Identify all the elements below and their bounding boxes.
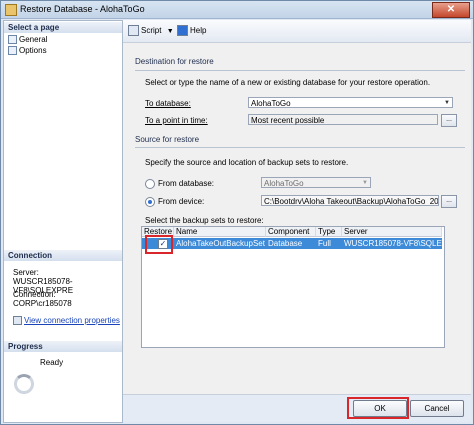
page-icon <box>8 46 17 56</box>
connection-icon <box>13 316 22 326</box>
cancel-button[interactable]: Cancel <box>410 400 464 417</box>
source-header: Source for restore <box>135 135 200 144</box>
from-device-radio[interactable] <box>145 197 155 207</box>
from-device-label: From device: <box>158 197 205 206</box>
backup-sets-grid[interactable]: Restore Name Component Type Server ✓ Alo… <box>141 226 445 348</box>
page-icon <box>8 35 17 45</box>
help-label: Help <box>190 26 207 35</box>
chevron-down-icon: ▼ <box>362 180 368 186</box>
point-in-time-browse-button[interactable]: ... <box>441 114 457 127</box>
from-database-combo: AlohaToGo ▼ <box>261 177 371 188</box>
script-label: Script <box>141 26 162 35</box>
restore-database-window: Restore Database - AlohaToGo ✕ Select a … <box>0 0 474 425</box>
from-database-value: AlohaToGo <box>264 179 304 188</box>
destination-header: Destination for restore <box>135 57 214 66</box>
chevron-down-icon[interactable]: ▼ <box>443 99 451 107</box>
page-item-general[interactable]: General <box>8 35 47 45</box>
highlight-box <box>347 397 409 419</box>
destination-instructions: Select or type the name of a new or exis… <box>145 78 431 87</box>
to-database-label: To database: <box>145 99 191 108</box>
left-panel: Select a page General Options Connection… <box>3 20 123 423</box>
from-database-radio[interactable] <box>145 179 155 189</box>
backup-sets-label: Select the backup sets to restore: <box>145 216 264 225</box>
from-device-browse-button[interactable]: ... <box>441 195 457 208</box>
page-item-label: General <box>19 35 48 44</box>
help-icon <box>177 25 188 37</box>
page-item-options[interactable]: Options <box>8 46 47 56</box>
table-row[interactable]: ✓ AlohaTakeOutBackupSet Database Full WU… <box>142 238 442 249</box>
title-bar[interactable]: Restore Database - AlohaToGo ✕ <box>1 1 473 19</box>
point-in-time-label: To a point in time: <box>145 116 208 125</box>
connection-header: Connection <box>4 250 122 261</box>
chevron-down-icon[interactable]: ▼ <box>167 28 174 35</box>
from-device-field[interactable]: C:\Bootdrv\Aloha Takeout\Backup\AlohaToG… <box>261 195 439 206</box>
from-database-label: From database: <box>158 179 215 188</box>
column-header-component[interactable]: Component <box>266 227 316 237</box>
close-button[interactable]: ✕ <box>432 2 470 18</box>
connection-label: Connection: <box>13 290 56 299</box>
toolbar: Script ▼ Help <box>123 20 471 43</box>
page-item-label: Options <box>19 46 47 55</box>
button-bar: OK Cancel <box>123 394 471 422</box>
server-cell: WUSCR185078-VF8\SQLEXPRES <box>344 239 442 248</box>
view-connection-properties[interactable]: View connection properties <box>13 316 120 326</box>
divider <box>135 147 465 148</box>
highlight-box <box>145 235 173 254</box>
backup-name-cell: AlohaTakeOutBackupSet <box>176 239 265 248</box>
column-header-server[interactable]: Server <box>342 227 442 237</box>
type-cell: Full <box>318 239 331 248</box>
column-header-type[interactable]: Type <box>316 227 342 237</box>
window-title: Restore Database - AlohaToGo <box>20 4 145 14</box>
to-database-combo[interactable]: AlohaToGo ▼ <box>248 97 453 108</box>
divider <box>135 70 465 71</box>
progress-status: Ready <box>40 358 64 367</box>
progress-header: Progress <box>4 341 122 352</box>
database-icon <box>5 4 17 16</box>
select-page-header: Select a page <box>4 22 122 33</box>
point-in-time-field: Most recent possible <box>248 114 438 125</box>
source-instructions: Specify the source and location of backu… <box>145 158 349 167</box>
component-cell: Database <box>268 239 303 248</box>
to-database-value: AlohaToGo <box>251 99 291 108</box>
server-label: Server: <box>13 268 39 277</box>
view-connection-link[interactable]: View connection properties <box>24 316 120 325</box>
help-button[interactable]: Help <box>177 25 206 37</box>
script-icon <box>128 25 139 37</box>
progress-spinner-icon <box>14 374 34 394</box>
column-header-name[interactable]: Name <box>174 227 266 237</box>
main-panel: Script ▼ Help Destination for restore Se… <box>123 20 471 394</box>
script-button[interactable]: Script ▼ <box>128 25 174 37</box>
connection-value: CORP\cr185078 <box>13 299 72 308</box>
